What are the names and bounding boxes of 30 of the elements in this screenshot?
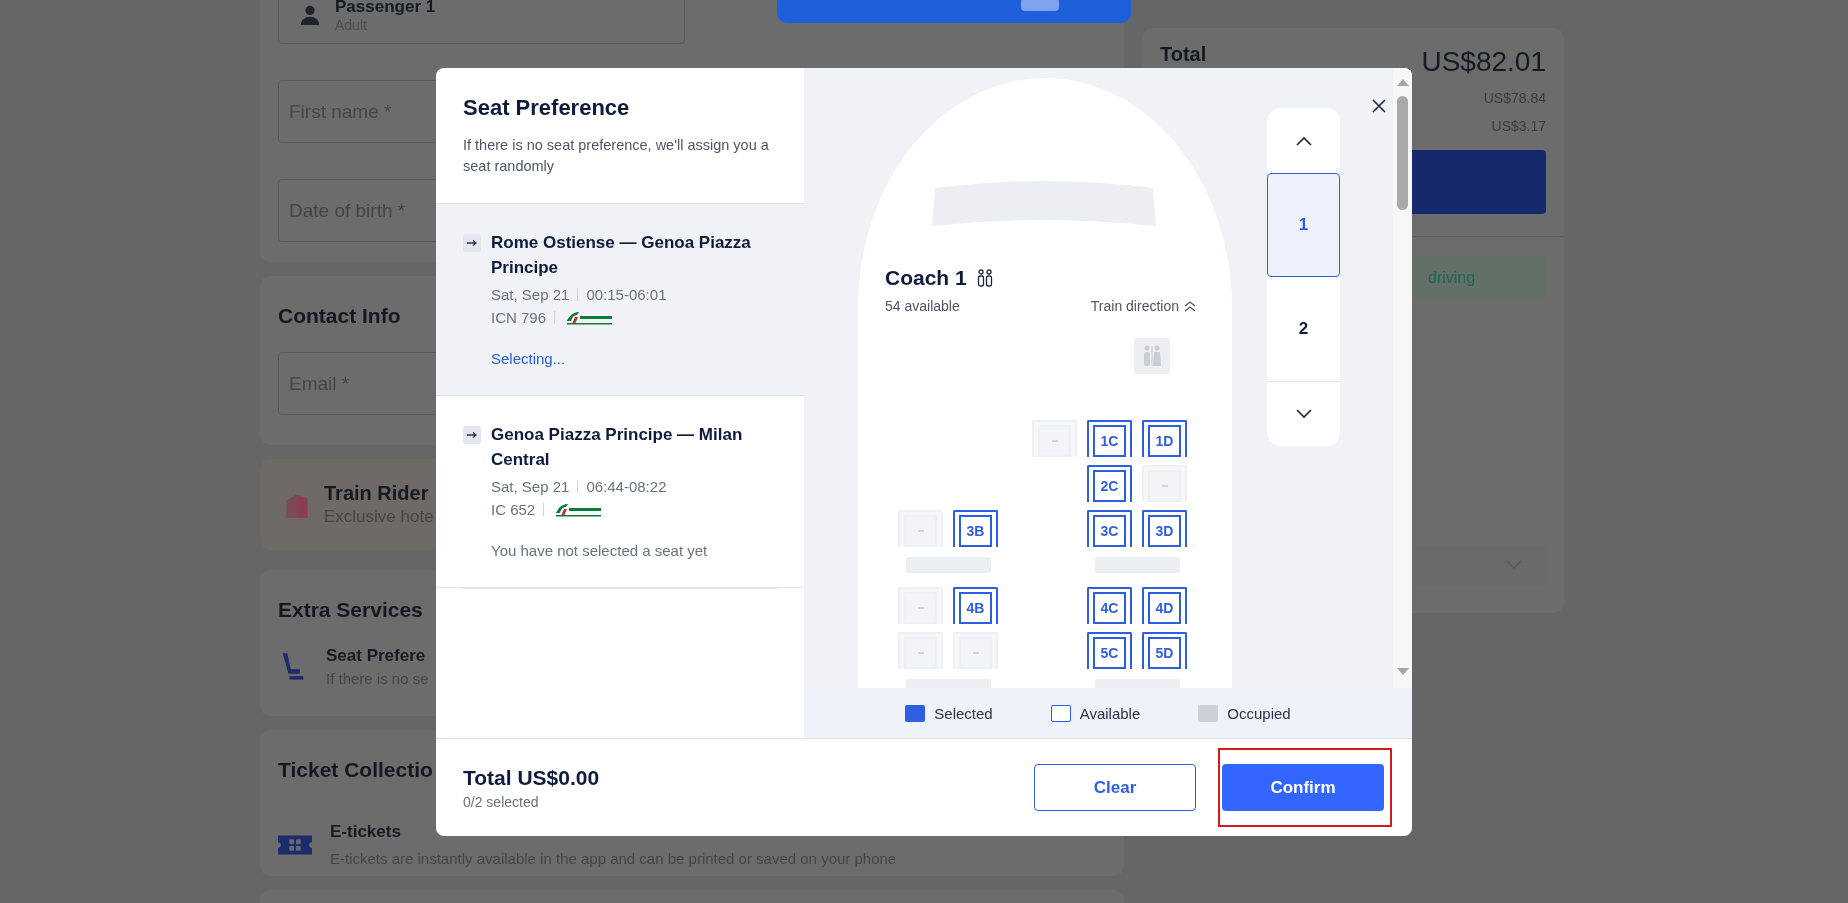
travel-date: Sat, Sep 21 bbox=[491, 478, 570, 495]
promo-title: Train Rider bbox=[324, 482, 429, 505]
available-count: 54 available bbox=[885, 298, 960, 314]
direction-label: Train direction bbox=[1090, 298, 1179, 314]
section-title: Extra Services bbox=[278, 598, 423, 622]
ticket-option-title: E-tickets bbox=[330, 822, 401, 842]
legend-label: Available bbox=[1079, 704, 1141, 722]
legend-label: Selected bbox=[934, 704, 993, 722]
dialog-subtitle: If there is no seat preference, we'll assign you a seat randomly bbox=[463, 136, 770, 176]
train-number: ICN 796 bbox=[491, 309, 547, 326]
legend-label: Occupied bbox=[1227, 704, 1291, 722]
selected-count: 0/2 selected bbox=[463, 793, 540, 810]
total-price: US$82.01 bbox=[1421, 46, 1546, 78]
section-title: Contact Info bbox=[278, 304, 401, 328]
passenger-name: Passenger 1 bbox=[335, 0, 436, 17]
route-title: Genoa Piazza Principe — Milan Central bbox=[491, 424, 744, 471]
dialog-total: Total US$0.00 bbox=[463, 765, 600, 790]
travel-time: 06:44-08:22 bbox=[586, 478, 667, 495]
dialog-title: Seat Preference bbox=[463, 95, 631, 121]
service-title: Seat Prefere bbox=[326, 646, 426, 666]
section-title: Ticket Collectio bbox=[278, 758, 433, 782]
route-title: Rome Ostiense — Genoa Piazza Principe bbox=[491, 232, 752, 279]
coach-title: Coach 1 bbox=[885, 266, 967, 290]
seat-status: You have not selected a seat yet bbox=[491, 542, 709, 559]
seat-status: Selecting... bbox=[491, 350, 567, 367]
travel-time: 00:15-06:01 bbox=[586, 286, 667, 303]
total-label: Total bbox=[1160, 42, 1207, 66]
travel-date: Sat, Sep 21 bbox=[491, 286, 570, 303]
notice-text: driving bbox=[1428, 268, 1476, 287]
train-number: IC 652 bbox=[491, 501, 536, 518]
